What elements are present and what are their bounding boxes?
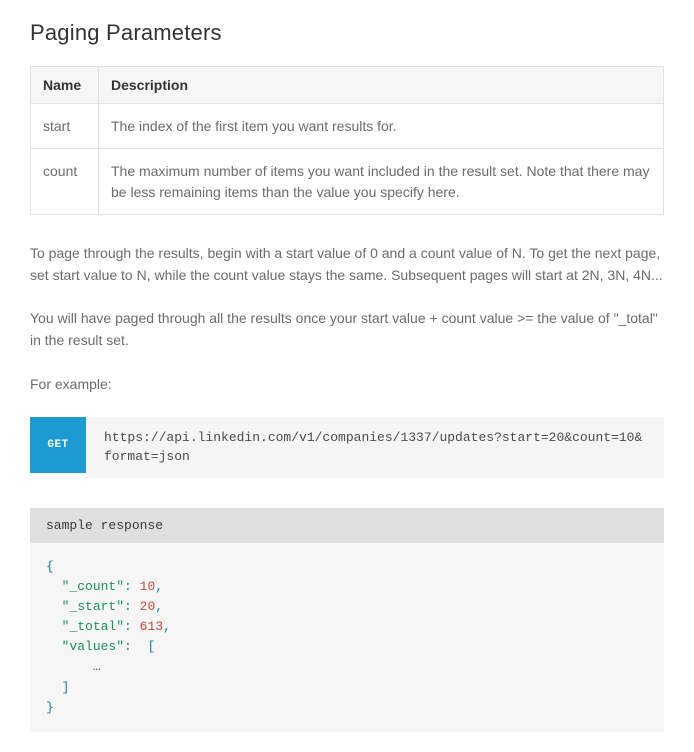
json-key: "_total": [62, 619, 124, 634]
json-key: "_start": [62, 599, 124, 614]
json-value: 613: [140, 619, 163, 634]
paging-explanation-2: You will have paged through all the resu…: [30, 308, 664, 351]
page-title: Paging Parameters: [30, 20, 664, 46]
param-description: The index of the first item you want res…: [99, 104, 664, 149]
col-header-description: Description: [99, 67, 664, 104]
paging-explanation-1: To page through the results, begin with …: [30, 243, 664, 286]
json-value: 10: [140, 579, 156, 594]
col-header-name: Name: [31, 67, 99, 104]
json-key: "values": [62, 639, 124, 654]
param-name: start: [31, 104, 99, 149]
http-request-block: GET https://api.linkedin.com/v1/companie…: [30, 417, 664, 477]
table-row: start The index of the first item you wa…: [31, 104, 664, 149]
code-sample-body: { "_count": 10, "_start": 20, "_total": …: [30, 543, 664, 732]
param-description: The maximum number of items you want inc…: [99, 149, 664, 215]
http-method-badge: GET: [30, 417, 86, 473]
code-sample-header: sample response: [30, 508, 664, 543]
table-row: count The maximum number of items you wa…: [31, 149, 664, 215]
json-value: 20: [140, 599, 156, 614]
http-url: https://api.linkedin.com/v1/companies/13…: [86, 417, 664, 477]
param-name: count: [31, 149, 99, 215]
paging-params-table: Name Description start The index of the …: [30, 66, 664, 215]
paging-example-label: For example:: [30, 374, 664, 396]
json-key: "_count": [62, 579, 124, 594]
json-ellipsis: …: [93, 659, 101, 674]
